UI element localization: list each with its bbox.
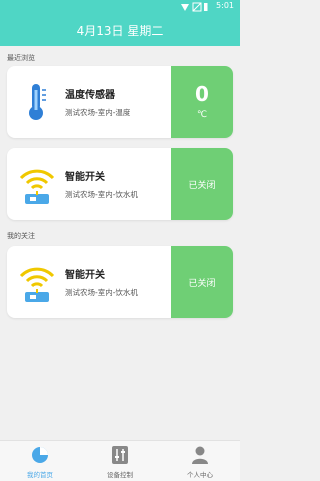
- page-title: 4月13日 星期二: [76, 24, 164, 38]
- device-name: 温度传感器: [65, 90, 115, 101]
- switch-state-label: 已关闭: [188, 181, 216, 191]
- tab-profile[interactable]: 个人中心: [160, 441, 240, 481]
- wifi-switch-icon: [19, 267, 55, 302]
- wifi-switch-icon: [19, 169, 55, 204]
- battery-icon: [204, 3, 208, 11]
- device-name: 智能开关: [65, 270, 105, 281]
- section-follow-label: 我的关注: [7, 232, 35, 240]
- person-icon: [192, 446, 208, 464]
- switch-state-button[interactable]: 已关闭: [171, 246, 233, 318]
- wifi-status-icon: [181, 4, 189, 11]
- device-location: 测试农场-室内-饮水机: [65, 190, 138, 199]
- status-time: 5:01: [216, 1, 234, 10]
- pie-chart-icon: [32, 447, 48, 463]
- switch-state-button[interactable]: 已关闭: [171, 148, 233, 220]
- device-name: 智能开关: [65, 172, 105, 183]
- device-location: 测试农场-室内-饮水机: [65, 288, 138, 297]
- status-icons: [181, 2, 208, 12]
- sliders-icon: [112, 446, 128, 464]
- device-location: 测试农场-室内-温度: [65, 108, 131, 117]
- device-card-switch[interactable]: 智能开关 测试农场-室内-饮水机 已关闭: [7, 246, 233, 318]
- thermometer-icon: [29, 84, 46, 120]
- tab-device-control[interactable]: 设备控制: [80, 441, 160, 481]
- temperature-value: 0: [195, 82, 209, 106]
- switch-state-label: 已关闭: [188, 279, 216, 289]
- tab-device-control-label: 设备控制: [107, 471, 133, 479]
- bottom-tab-bar: 我的首页 设备控制 个人中心: [0, 440, 240, 481]
- tab-home[interactable]: 我的首页: [0, 441, 80, 481]
- tab-profile-label: 个人中心: [187, 471, 213, 479]
- tab-home-label: 我的首页: [27, 471, 53, 479]
- device-card-temperature[interactable]: 温度传感器 测试农场-室内-温度 0 ℃: [7, 66, 233, 138]
- device-value-panel: 0 ℃: [171, 66, 233, 138]
- temperature-unit: ℃: [196, 110, 208, 120]
- device-card-switch[interactable]: 智能开关 测试农场-室内-饮水机 已关闭: [7, 148, 233, 220]
- app-header: 4月13日 星期二: [0, 14, 240, 46]
- status-bar: 5:01: [0, 0, 240, 14]
- section-recent-label: 最近浏览: [7, 54, 35, 62]
